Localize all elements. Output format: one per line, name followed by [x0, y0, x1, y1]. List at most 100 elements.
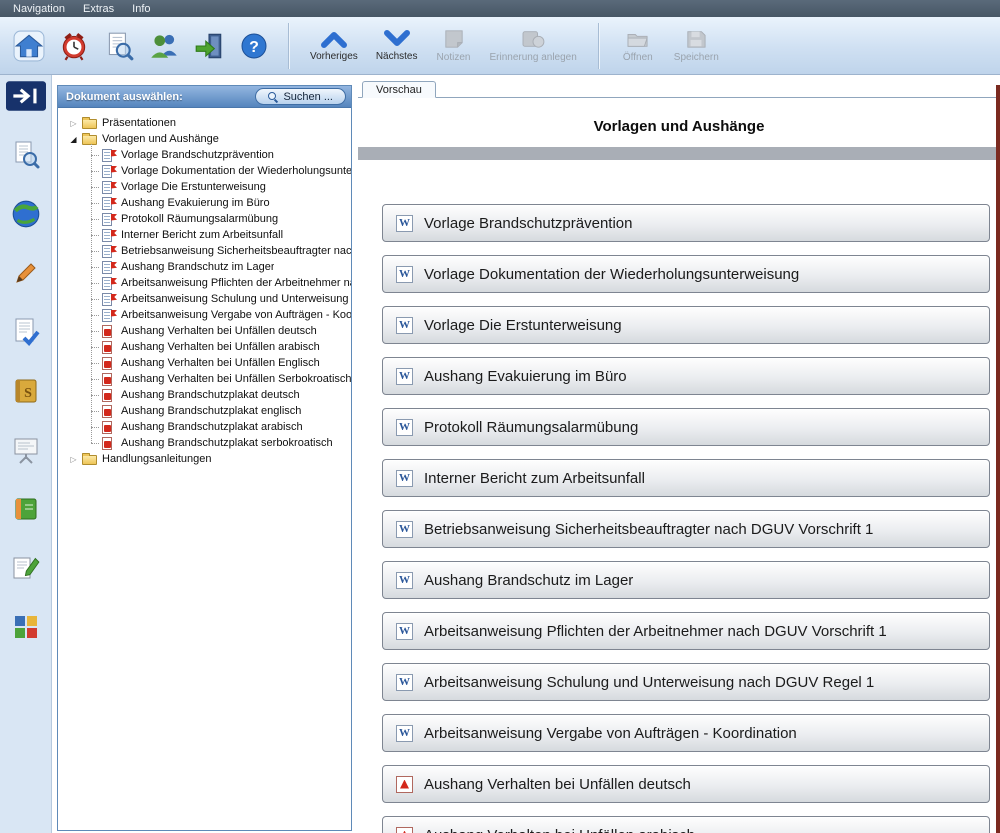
tree-item[interactable]: Aushang Verhalten bei Unfällen deutsch: [62, 323, 351, 339]
tree-item[interactable]: Aushang Brandschutzplakat deutsch: [62, 387, 351, 403]
tree-item-label: Betriebsanweisung Sicherheitsbeauftragte…: [121, 245, 351, 257]
tree-item-label: Aushang Brandschutzplakat serbokroatisch: [121, 437, 333, 449]
tree-item[interactable]: Aushang Verhalten bei Unfällen Serbokroa…: [62, 371, 351, 387]
alarm-button[interactable]: [51, 22, 96, 70]
save-button: Speichern: [665, 21, 728, 71]
tree-item[interactable]: Vorlage Die Erstunterweisung: [62, 179, 351, 195]
document-button[interactable]: Interner Bericht zum Arbeitsunfall: [382, 459, 990, 497]
tree-item[interactable]: Aushang Brandschutz im Lager: [62, 259, 351, 275]
document-button[interactable]: Betriebsanweisung Sicherheitsbeauftragte…: [382, 510, 990, 548]
document-label: Aushang Brandschutz im Lager: [424, 571, 634, 589]
document-button[interactable]: Arbeitsanweisung Schulung und Unterweisu…: [382, 663, 990, 701]
tab-vorschau[interactable]: Vorschau: [362, 81, 436, 98]
tree-item[interactable]: Vorlage Brandschutzprävention: [62, 147, 351, 163]
document-button[interactable]: Aushang Verhalten bei Unfällen deutsch: [382, 765, 990, 803]
document-label: Vorlage Dokumentation der Wiederholungsu…: [424, 265, 800, 283]
menu-info[interactable]: Info: [123, 2, 159, 16]
document-search-button[interactable]: [96, 22, 141, 70]
tree-item-label: Aushang Brandschutzplakat deutsch: [121, 389, 300, 401]
home-icon: [13, 30, 44, 61]
document-button[interactable]: Arbeitsanweisung Pflichten der Arbeitneh…: [382, 612, 990, 650]
tree-item[interactable]: Arbeitsanweisung Schulung und Unterweisu…: [62, 291, 351, 307]
search-button[interactable]: Suchen ...: [255, 88, 346, 105]
document-button[interactable]: Vorlage Dokumentation der Wiederholungsu…: [382, 255, 990, 293]
rail-grid-button[interactable]: [6, 611, 46, 643]
collapse-panel-icon: [5, 81, 46, 111]
rail-document-check-button[interactable]: [6, 316, 46, 348]
menu-extras[interactable]: Extras: [74, 2, 123, 16]
tree-item[interactable]: Betriebsanweisung Sicherheitsbeauftragte…: [62, 243, 351, 259]
tree-item-label: Arbeitsanweisung Vergabe von Aufträgen -…: [121, 309, 351, 321]
document-button[interactable]: Protokoll Räumungsalarmübung: [382, 408, 990, 446]
rail-notepad-button[interactable]: [6, 552, 46, 584]
document-button[interactable]: Aushang Brandschutz im Lager: [382, 561, 990, 599]
tree-expand-icon[interactable]: [68, 451, 79, 468]
floppy-disk-icon: [687, 30, 706, 48]
document-button[interactable]: Arbeitsanweisung Vergabe von Aufträgen -…: [382, 714, 990, 752]
exit-button[interactable]: [186, 22, 231, 70]
tree-item[interactable]: Protokoll Räumungsalarmübung: [62, 211, 351, 227]
menubar: Navigation Extras Info: [0, 0, 1000, 17]
next-button[interactable]: Nächstes: [367, 21, 427, 71]
document-button[interactable]: Vorlage Brandschutzprävention: [382, 204, 990, 242]
tree-item-label: Aushang Verhalten bei Unfällen Serbokroa…: [121, 373, 351, 385]
rail-book-button[interactable]: [6, 493, 46, 525]
rail-globe-button[interactable]: [6, 198, 46, 230]
open-label: Öffnen: [622, 51, 653, 63]
home-button[interactable]: [6, 22, 51, 70]
tree-item[interactable]: Arbeitsanweisung Vergabe von Aufträgen -…: [62, 307, 351, 323]
notepad-pencil-icon: [13, 557, 39, 579]
tree-item[interactable]: Aushang Verhalten bei Unfällen Englisch: [62, 355, 351, 371]
tree-item-label: Interner Bericht zum Arbeitsunfall: [121, 229, 284, 241]
tree-item[interactable]: Handlungsanleitungen: [62, 451, 351, 467]
reminder-label: Erinnerung anlegen: [489, 51, 577, 63]
help-button[interactable]: ?: [231, 22, 276, 70]
notes-button: Notizen: [427, 21, 481, 71]
tree-collapse-icon[interactable]: [68, 131, 79, 148]
reminder-button: Erinnerung anlegen: [481, 21, 586, 71]
document-button[interactable]: Vorlage Die Erstunterweisung: [382, 306, 990, 344]
rail-finance-book-button[interactable]: S: [6, 375, 46, 407]
tree-item[interactable]: Arbeitsanweisung Pflichten der Arbeitneh…: [62, 275, 351, 291]
tree-item[interactable]: Vorlagen und Aushänge: [62, 131, 351, 147]
tree-item[interactable]: Aushang Brandschutzplakat arabisch: [62, 419, 351, 435]
word-icon: [396, 265, 413, 283]
tree-item[interactable]: Aushang Brandschutzplakat englisch: [62, 403, 351, 419]
tree-item-label: Arbeitsanweisung Pflichten der Arbeitneh…: [121, 277, 351, 289]
search-icon: [268, 91, 278, 102]
word-icon: [396, 571, 413, 589]
rail-document-search-button[interactable]: [6, 139, 46, 171]
page-title: Vorlagen und Aushänge: [593, 118, 765, 135]
tree-item-label: Vorlage Dokumentation der Wiederholungsu…: [121, 165, 351, 177]
main-area: Vorschau Vorlagen und Aushänge Vorlage B…: [358, 75, 1000, 833]
preview-pane: Vorlagen und Aushänge Vorlage Brandschut…: [358, 98, 1000, 833]
tree-panel-title: Dokument auswählen:: [66, 90, 183, 103]
svg-text:S: S: [24, 386, 32, 401]
previous-button[interactable]: Vorheriges: [301, 21, 367, 71]
tree-item[interactable]: Aushang Verhalten bei Unfällen arabisch: [62, 339, 351, 355]
users-button[interactable]: [141, 22, 186, 70]
chevron-down-icon: [383, 29, 410, 46]
tree-item[interactable]: Interner Bericht zum Arbeitsunfall: [62, 227, 351, 243]
word-document-icon: [102, 164, 112, 178]
tree-item-label: Protokoll Räumungsalarmübung: [121, 213, 279, 225]
document-button[interactable]: Aushang Verhalten bei Unfällen arabisch: [382, 816, 990, 833]
tree-item[interactable]: Aushang Evakuierung im Büro: [62, 195, 351, 211]
tree-expand-icon[interactable]: [68, 115, 79, 132]
rail-whiteboard-button[interactable]: [6, 434, 46, 466]
document-label: Interner Bericht zum Arbeitsunfall: [424, 469, 645, 487]
rail-pen-button[interactable]: [6, 257, 46, 289]
tree-item[interactable]: Aushang Brandschutzplakat serbokroatisch: [62, 435, 351, 451]
title-divider-bar: [358, 147, 1000, 160]
alarm-clock-icon: [62, 32, 85, 60]
pdf-document-icon: [102, 340, 112, 354]
tree-item[interactable]: Vorlage Dokumentation der Wiederholungsu…: [62, 163, 351, 179]
document-button[interactable]: Aushang Evakuierung im Büro: [382, 357, 990, 395]
folder-icon: [82, 117, 97, 129]
notes-label: Notizen: [436, 51, 471, 63]
whiteboard-icon: [14, 438, 37, 464]
tree-item-label: Aushang Verhalten bei Unfällen arabisch: [121, 341, 320, 353]
menu-navigation[interactable]: Navigation: [4, 2, 74, 16]
tree-item[interactable]: Präsentationen: [62, 115, 351, 131]
collapse-panel-button[interactable]: [5, 80, 46, 112]
